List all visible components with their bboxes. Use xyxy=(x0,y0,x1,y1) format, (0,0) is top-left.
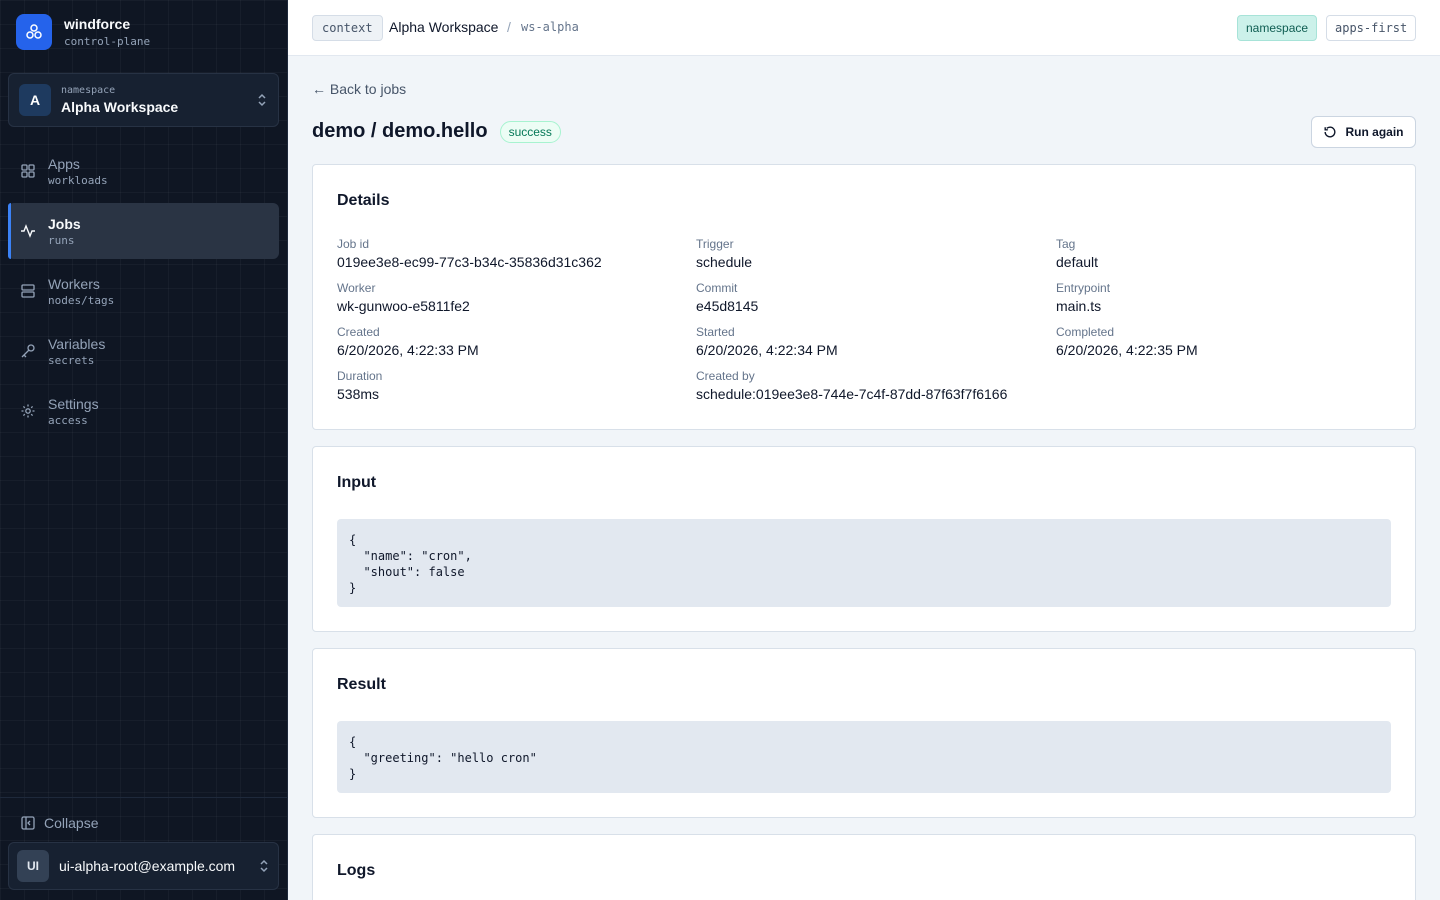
logs-card: Logs xyxy=(312,834,1416,900)
brand-name: windforce xyxy=(64,16,131,32)
field-label: Completed xyxy=(1056,325,1115,339)
gear-icon xyxy=(21,404,35,418)
field-job-id: Job id 019ee3e8-ec99-77c3-b34c-35836d31c… xyxy=(337,237,602,270)
result-card: Result { "greeting": "hello cron" } xyxy=(312,648,1416,818)
field-created: Created 6/20/2026, 4:22:33 PM xyxy=(337,325,479,358)
field-value: 6/20/2026, 4:22:34 PM xyxy=(696,342,838,358)
field-value: wk-gunwoo-e5811fe2 xyxy=(337,298,470,314)
sidebar-item-label: Apps xyxy=(48,155,80,172)
field-label: Entrypoint xyxy=(1056,281,1111,295)
sidebar-nav: Apps workloads Jobs runs Workers nodes/t… xyxy=(8,143,279,443)
sidebar-item-jobs[interactable]: Jobs runs xyxy=(8,203,279,259)
field-value: 538ms xyxy=(337,386,380,402)
field-worker: Worker wk-gunwoo-e5811fe2 xyxy=(337,281,470,314)
brand[interactable]: windforce control-plane xyxy=(16,14,150,50)
namespace-label: namespace xyxy=(61,85,116,96)
collapse-label: Collapse xyxy=(44,815,99,831)
chevron-up-down-icon xyxy=(258,93,266,107)
context-workspace-id: ws-alpha xyxy=(521,20,579,34)
status-badge: success xyxy=(499,120,561,143)
field-label: Trigger xyxy=(696,237,734,251)
brand-subtitle: control-plane xyxy=(64,35,151,48)
field-value: e45d8145 xyxy=(696,298,759,314)
namespace-avatar: A xyxy=(19,84,51,116)
card-title: Details xyxy=(337,192,390,209)
sidebar-item-label: Workers xyxy=(48,275,100,292)
sidebar: windforce control-plane A namespace Alph… xyxy=(0,0,288,900)
namespace-chip[interactable]: namespace xyxy=(1237,15,1318,41)
sidebar-item-apps[interactable]: Apps workloads xyxy=(8,143,279,199)
field-trigger: Trigger schedule xyxy=(696,237,752,270)
field-entrypoint: Entrypoint main.ts xyxy=(1056,281,1110,314)
refresh-icon xyxy=(1324,126,1336,138)
field-duration: Duration 538ms xyxy=(337,369,382,402)
sidebar-item-label: Jobs xyxy=(48,215,81,232)
sidebar-divider xyxy=(0,797,287,798)
result-code-block: { "greeting": "hello cron" } xyxy=(337,721,1391,793)
page-header: demo / demo.hello success xyxy=(312,120,561,143)
sidebar-item-variables[interactable]: Variables secrets xyxy=(8,323,279,379)
field-label: Created by xyxy=(696,369,755,383)
back-to-jobs-link[interactable]: ← Back to jobs xyxy=(312,81,406,97)
field-label: Commit xyxy=(696,281,738,295)
field-value: default xyxy=(1056,254,1099,270)
collapse-button[interactable]: Collapse xyxy=(20,815,98,831)
field-label: Job id xyxy=(337,237,370,251)
sidebar-item-sublabel: access xyxy=(48,413,88,427)
field-label: Worker xyxy=(337,281,376,295)
field-label: Started xyxy=(696,325,735,339)
sidebar-item-label: Settings xyxy=(48,395,99,412)
namespace-switcher[interactable]: A namespace Alpha Workspace xyxy=(8,73,279,127)
card-title: Result xyxy=(337,676,386,693)
field-value: 6/20/2026, 4:22:35 PM xyxy=(1056,342,1198,358)
key-icon xyxy=(21,344,35,358)
user-avatar: UI xyxy=(17,850,49,882)
sidebar-item-sublabel: runs xyxy=(48,233,75,247)
field-value: main.ts xyxy=(1056,298,1102,314)
field-value: schedule xyxy=(696,254,753,270)
card-title: Input xyxy=(337,474,377,491)
run-again-label: Run again xyxy=(1345,125,1404,139)
sidebar-item-workers[interactable]: Workers nodes/tags xyxy=(8,263,279,319)
page-title: demo / demo.hello xyxy=(312,120,488,142)
namespace-name: Alpha Workspace xyxy=(61,99,179,115)
field-commit: Commit e45d8145 xyxy=(696,281,758,314)
server-icon xyxy=(21,284,35,298)
field-value: 019ee3e8-ec99-77c3-b34c-35836d31c362 xyxy=(337,254,602,270)
topbar: context Alpha Workspace / ws-alpha names… xyxy=(288,0,1440,56)
activity-icon xyxy=(21,224,35,238)
chevron-up-down-icon xyxy=(260,859,268,873)
run-again-button[interactable]: Run again xyxy=(1311,116,1416,148)
field-completed: Completed 6/20/2026, 4:22:35 PM xyxy=(1056,325,1198,358)
sidebar-item-sublabel: workloads xyxy=(48,173,108,187)
sidebar-item-label: Variables xyxy=(48,335,106,352)
input-card: Input { "name": "cron", "shout": false } xyxy=(312,446,1416,632)
field-tag: Tag default xyxy=(1056,237,1098,270)
field-value: 6/20/2026, 4:22:33 PM xyxy=(337,342,479,358)
field-label: Duration xyxy=(337,369,383,383)
grid-icon xyxy=(21,164,35,178)
brand-logo-icon xyxy=(16,14,52,50)
context-badge: context xyxy=(312,15,383,41)
user-menu[interactable]: UI ui-alpha-root@example.com xyxy=(8,842,279,890)
field-created-by: Created by schedule:019ee3e8-744e-7c4f-8… xyxy=(696,369,1007,402)
field-label: Created xyxy=(337,325,380,339)
field-value: schedule:019ee3e8-744e-7c4f-87dd-87f63f7… xyxy=(696,386,1008,402)
apps-first-chip[interactable]: apps-first xyxy=(1326,15,1417,41)
input-code-block: { "name": "cron", "shout": false } xyxy=(337,519,1391,607)
card-title: Logs xyxy=(337,862,376,879)
details-card: Details Job id 019ee3e8-ec99-77c3-b34c-3… xyxy=(312,164,1416,430)
sidebar-item-settings[interactable]: Settings access xyxy=(8,383,279,439)
field-started: Started 6/20/2026, 4:22:34 PM xyxy=(696,325,838,358)
sidebar-item-sublabel: nodes/tags xyxy=(48,293,115,307)
field-label: Tag xyxy=(1056,237,1076,251)
breadcrumb-separator: / xyxy=(507,19,511,35)
user-email: ui-alpha-root@example.com xyxy=(59,858,236,874)
sidebar-collapse-icon xyxy=(21,816,35,830)
sidebar-item-sublabel: secrets xyxy=(48,353,95,367)
context-workspace[interactable]: Alpha Workspace xyxy=(389,19,498,35)
